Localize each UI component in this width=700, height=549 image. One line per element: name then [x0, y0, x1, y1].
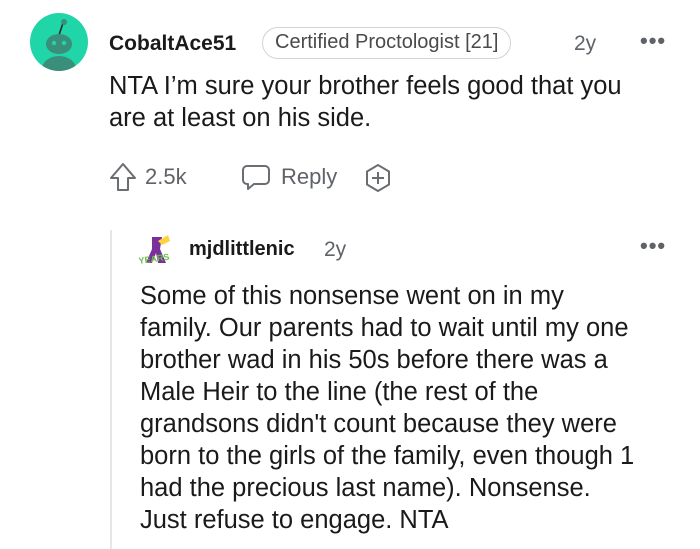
comment-body-line: NTA I’m sure your brother feels good tha… — [109, 72, 622, 100]
reply-body-line: born to the girls of the family, even th… — [140, 442, 635, 470]
thread-line[interactable] — [110, 230, 112, 549]
reply-body-line: had the precious last name). Nonsense. — [140, 474, 591, 502]
reply-body: Some of this nonsense went on in my fami… — [140, 280, 690, 536]
speech-bubble-icon — [242, 165, 270, 190]
reply-body-line: grandsons didn't count because they were — [140, 410, 617, 438]
comment-age: 2y — [574, 32, 597, 55]
reply-body-line: Some of this nonsense went on in my — [140, 282, 564, 310]
reply-body-line: family. Our parents had to wait until my… — [140, 314, 629, 342]
user-avatar[interactable] — [30, 13, 88, 71]
reply-body-line: brother wad in his 50s before there was … — [140, 346, 608, 374]
reply-username[interactable]: mjdlittlenic — [189, 238, 295, 261]
award-button[interactable] — [363, 163, 393, 198]
snoo-avatar-icon — [42, 19, 76, 71]
reply-avatar-icon: YEARS — [138, 235, 170, 266]
comment-more-button[interactable]: ••• — [640, 28, 666, 54]
upvote-button[interactable]: 2.5k — [109, 162, 187, 192]
upvote-arrow-icon — [110, 163, 136, 191]
reply-age: 2y — [324, 238, 347, 261]
reply-avatar-text: YEARS — [138, 252, 170, 266]
comment-body: NTA I’m sure your brother feels good tha… — [109, 70, 689, 134]
reply-user-avatar[interactable]: YEARS — [138, 233, 178, 273]
reply-body-line: Male Heir to the line (the rest of the — [140, 378, 539, 406]
add-award-icon — [366, 164, 390, 192]
reply-more-button[interactable]: ••• — [640, 233, 666, 259]
reply-label: Reply — [281, 164, 338, 189]
comment-username[interactable]: CobaltAce51 — [109, 32, 236, 56]
user-flair: Certified Proctologist [21] — [262, 27, 512, 59]
comment-body-line: are at least on his side. — [109, 104, 372, 132]
reply-button[interactable]: Reply — [241, 162, 337, 192]
upvote-count: 2.5k — [145, 164, 187, 189]
reply-body-line: Just refuse to engage. NTA — [140, 506, 449, 534]
